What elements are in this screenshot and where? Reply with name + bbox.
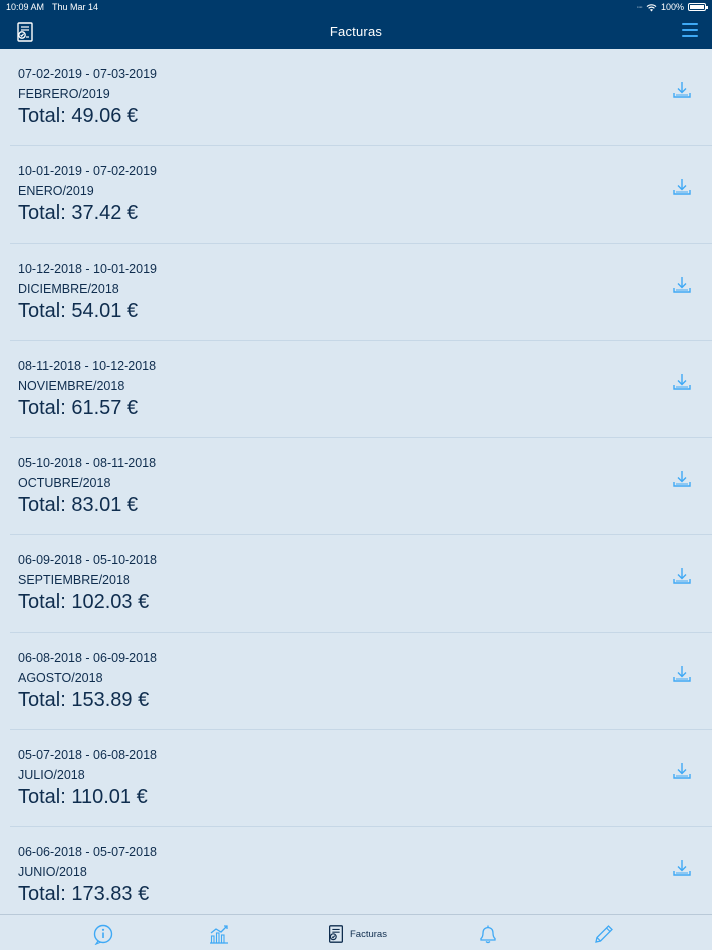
tab-info[interactable] [92, 923, 114, 945]
bell-icon [480, 925, 496, 944]
download-icon[interactable] [672, 177, 692, 197]
invoice-row[interactable]: 07-02-2019 - 07-03-2019 FEBRERO/2019 Total… [10, 49, 712, 147]
invoice-total: Total: 54.01 € [18, 299, 139, 322]
invoice-row[interactable]: 06-06-2018 - 05-07-2018 JUNIO/2018 Total: … [10, 827, 712, 914]
invoice-list: 07-02-2019 - 07-03-2019 FEBRERO/2019 Total… [0, 49, 712, 914]
invoice-dates: 06-06-2018 - 05-07-2018 [18, 845, 157, 860]
battery-percent: 100% [660, 2, 684, 12]
pencil-icon [595, 925, 613, 943]
invoice-logo-icon[interactable] [14, 21, 36, 43]
invoice-period: JUNIO/2018 [18, 865, 87, 880]
tab-bar: Facturas [0, 914, 712, 950]
page-title: Facturas [329, 24, 383, 39]
invoice-total: Total: 61.57 € [18, 396, 139, 419]
invoice-period: OCTUBRE/2018 [18, 476, 111, 491]
invoice-row[interactable]: 08-11-2018 - 10-12-2018 NOVIEMBRE/2018 Tot… [10, 341, 712, 439]
invoice-row[interactable]: 05-10-2018 - 08-11-2018 OCTUBRE/2018 Total… [10, 438, 712, 536]
invoice-row[interactable]: 10-01-2019 - 07-02-2019 ENERO/2019 Total: … [10, 146, 712, 244]
download-icon[interactable] [672, 372, 692, 392]
invoice-period: DICIEMBRE/2018 [18, 281, 119, 296]
invoice-row[interactable]: 05-07-2018 - 06-08-2018 JULIO/2018 Total: … [10, 730, 712, 828]
tab-chart[interactable] [208, 923, 230, 945]
invoice-total: Total: 173.83 € [18, 883, 150, 906]
download-icon[interactable] [672, 761, 692, 781]
menu-icon[interactable] [682, 23, 698, 39]
signal-icon: ···· [636, 3, 643, 11]
invoice-total: Total: 83.01 € [18, 494, 139, 517]
status-date: Thu Mar 14 [52, 2, 99, 12]
download-icon[interactable] [672, 469, 692, 489]
download-icon[interactable] [672, 80, 692, 100]
invoice-dates: 06-08-2018 - 06-09-2018 [18, 650, 157, 665]
invoice-dates: 10-12-2018 - 10-01-2019 [18, 261, 157, 276]
tab-edit[interactable] [593, 923, 615, 945]
info-icon [93, 924, 113, 945]
tab-notifications[interactable] [477, 923, 499, 945]
battery-icon [688, 3, 708, 11]
invoice-period: JULIO/2018 [18, 768, 85, 783]
invoice-icon [329, 925, 343, 943]
status-right: ···· 100% [636, 2, 708, 12]
download-icon[interactable] [672, 858, 692, 878]
invoice-dates: 05-07-2018 - 06-08-2018 [18, 748, 157, 763]
invoice-row[interactable]: 06-08-2018 - 06-09-2018 AGOSTO/2018 Total:… [10, 633, 712, 731]
nav-bar: Facturas [0, 14, 712, 49]
invoice-period: ENERO/2019 [18, 184, 94, 199]
invoice-period: AGOSTO/2018 [18, 670, 103, 685]
invoice-row[interactable]: 06-09-2018 - 05-10-2018 SEPTIEMBRE/2018 To… [10, 535, 712, 633]
invoice-total: Total: 102.03 € [18, 591, 150, 614]
invoice-row[interactable]: 10-12-2018 - 10-01-2019 DICIEMBRE/2018 Tot… [10, 244, 712, 341]
invoice-period: NOVIEMBRE/2018 [18, 378, 125, 393]
invoice-dates: 10-01-2019 - 07-02-2019 [18, 164, 157, 179]
invoice-dates: 07-02-2019 - 07-03-2019 [18, 67, 157, 81]
wifi-icon [646, 3, 657, 11]
invoice-period: SEPTIEMBRE/2018 [18, 573, 130, 588]
download-icon[interactable] [672, 275, 692, 295]
invoice-total: Total: 153.89 € [18, 688, 150, 711]
invoice-period: FEBRERO/2019 [18, 87, 110, 101]
status-time: 10:09 AM [6, 2, 45, 12]
download-icon[interactable] [672, 566, 692, 586]
chart-icon [210, 925, 228, 944]
invoice-total: Total: 110.01 € [18, 786, 148, 809]
invoice-total: Total: 49.06 € [18, 105, 139, 127]
invoice-dates: 08-11-2018 - 10-12-2018 [18, 358, 157, 373]
tab-facturas[interactable]: Facturas [326, 923, 387, 945]
status-bar: 10:09 AM Thu Mar 14 ···· 100% [0, 0, 712, 14]
invoice-dates: 06-09-2018 - 05-10-2018 [18, 553, 157, 568]
tab-facturas-label: Facturas [350, 928, 387, 940]
invoice-dates: 05-10-2018 - 08-11-2018 [18, 456, 157, 471]
download-icon[interactable] [672, 664, 692, 684]
invoice-total: Total: 37.42 € [18, 202, 139, 225]
